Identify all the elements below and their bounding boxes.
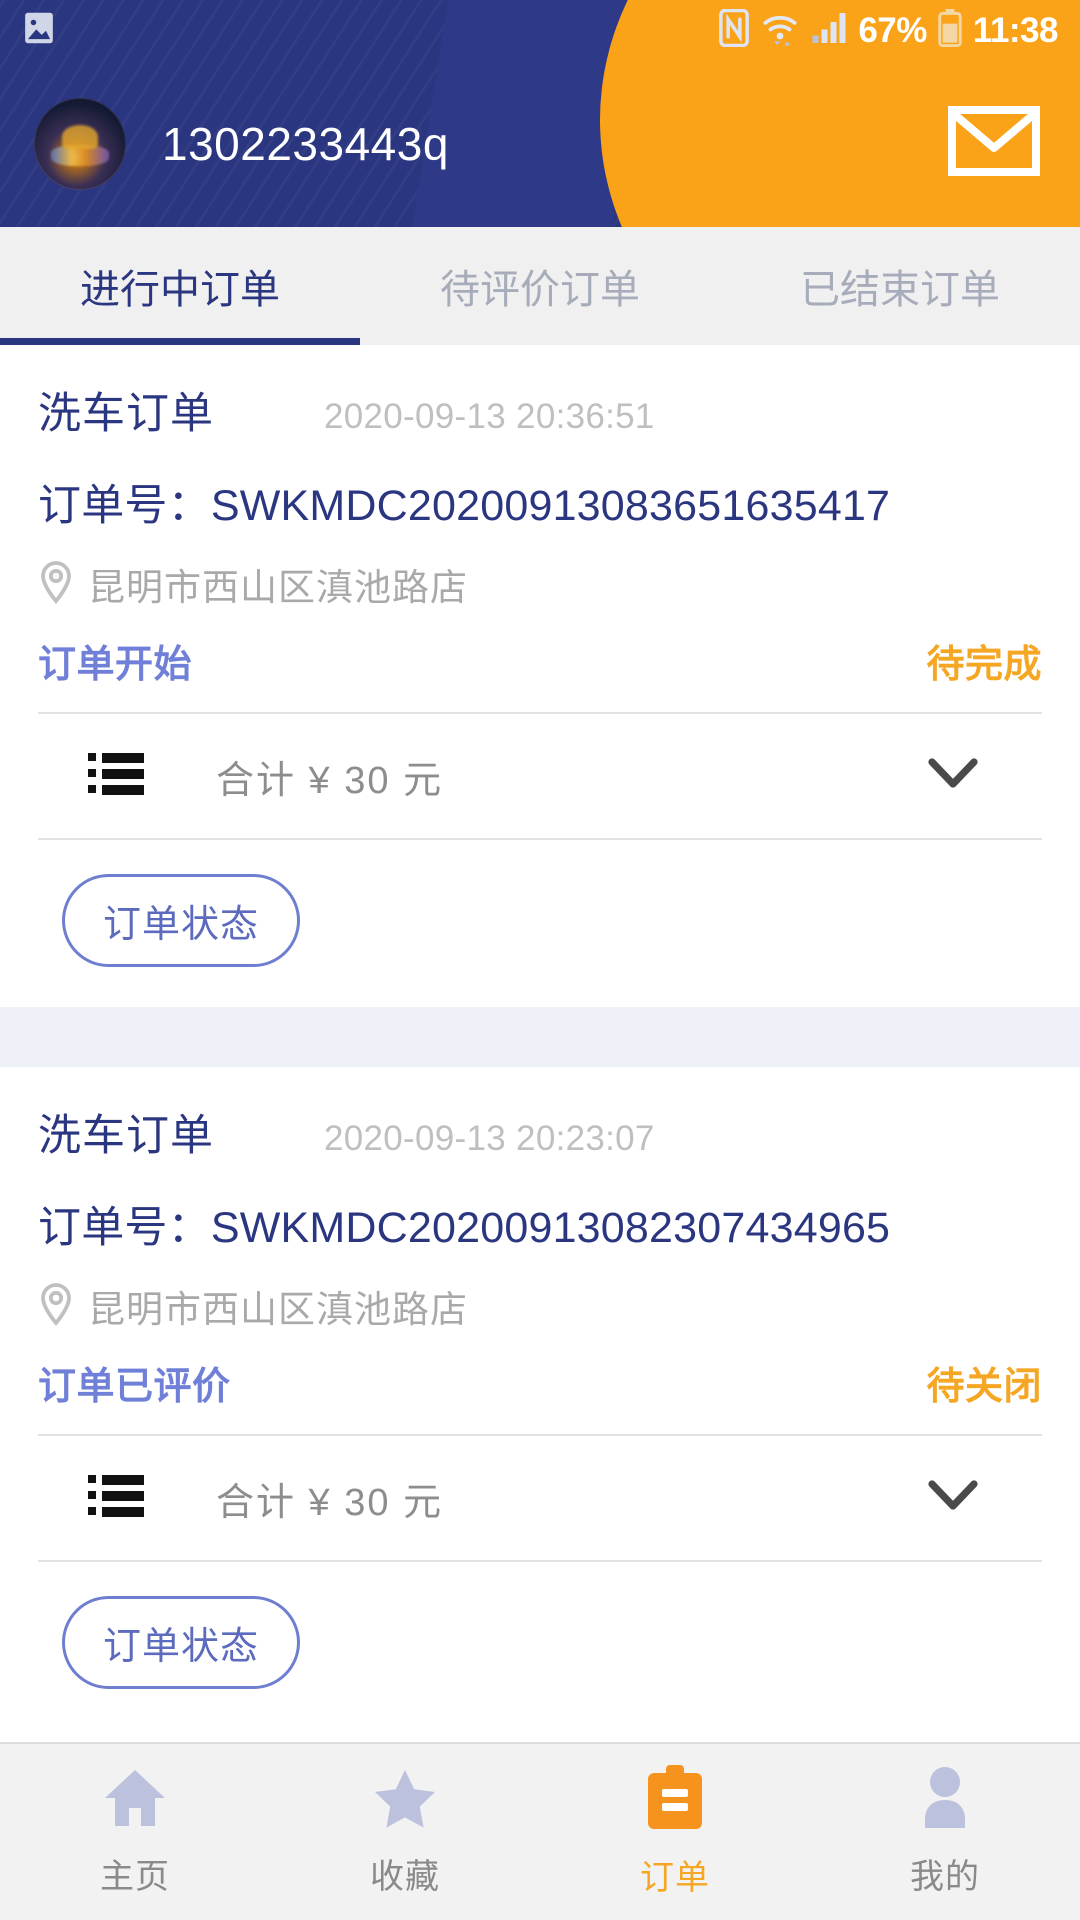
username-label: 1302233443q xyxy=(162,117,449,170)
app-header: 67% 11:38 1302233443q xyxy=(0,0,1080,227)
order-progress-label: 订单已评价 xyxy=(38,1366,231,1408)
order-number-row: 订单号：SWKMDC20200913082307434965 xyxy=(38,1193,1042,1255)
order-number-prefix: 订单号： xyxy=(38,1204,211,1252)
chevron-down-icon[interactable] xyxy=(928,757,978,795)
order-type-label: 洗车订单 xyxy=(38,1112,214,1160)
order-total-label: 合计 ¥ 30 元 xyxy=(216,1481,444,1524)
avatar[interactable] xyxy=(34,97,126,190)
order-status-button[interactable]: 订单状态 xyxy=(62,874,301,967)
nav-label: 收藏 xyxy=(370,1858,440,1896)
order-location-row: 昆明市西山区滇池路店 xyxy=(38,1279,1042,1333)
order-location-label: 昆明市西山区滇池路店 xyxy=(88,567,468,608)
battery-icon xyxy=(938,8,962,52)
location-pin-icon xyxy=(38,560,74,609)
signal-icon xyxy=(811,11,847,50)
order-location-label: 昆明市西山区滇池路店 xyxy=(88,1289,468,1330)
tab-completed[interactable]: 已结束订单 xyxy=(720,227,1080,345)
wifi-icon xyxy=(760,9,800,52)
order-number-value: SWKMDC20200913083651635417 xyxy=(210,482,891,530)
nav-item-profile[interactable]: 我的 xyxy=(810,1766,1080,1898)
list-icon xyxy=(88,751,144,802)
order-status-row: 订单开始 待完成 xyxy=(38,633,1042,712)
list-icon xyxy=(88,1473,144,1524)
order-tabs: 进行中订单 待评价订单 已结束订单 xyxy=(0,227,1080,345)
nfc-icon xyxy=(719,8,750,52)
order-number-row: 订单号：SWKMDC20200913083651635417 xyxy=(38,471,1042,533)
clock-label: 11:38 xyxy=(972,10,1059,50)
order-number-prefix: 订单号： xyxy=(38,482,211,530)
nav-label: 主页 xyxy=(100,1858,170,1896)
order-status-row: 订单已评价 待关闭 xyxy=(38,1355,1042,1434)
order-state-badge: 待关闭 xyxy=(926,1366,1042,1408)
tab-in-progress[interactable]: 进行中订单 xyxy=(0,227,360,345)
order-total-row[interactable]: 合计 ¥ 30 元 xyxy=(38,714,1042,838)
order-location-row: 昆明市西山区滇池路店 xyxy=(38,557,1042,611)
chevron-down-icon[interactable] xyxy=(928,1479,978,1517)
order-card-header: 洗车订单 2020-09-13 20:23:07 xyxy=(38,1101,1042,1167)
clipboard-icon xyxy=(644,1765,706,1836)
tab-label: 待评价订单 xyxy=(440,268,640,312)
nav-item-favorites[interactable]: 收藏 xyxy=(270,1766,540,1898)
image-icon xyxy=(22,10,56,51)
order-card[interactable]: 洗车订单 2020-09-13 20:23:07 订单号：SWKMDC20200… xyxy=(0,1067,1080,1729)
order-actions: 订单状态 xyxy=(38,840,1042,1007)
bottom-navigation: 主页 收藏 订单 我的 xyxy=(0,1742,1080,1920)
nav-item-orders[interactable]: 订单 xyxy=(540,1765,810,1899)
order-actions: 订单状态 xyxy=(38,1562,1042,1729)
status-bar: 67% 11:38 xyxy=(0,0,1080,60)
mail-button[interactable] xyxy=(942,105,1046,183)
order-time-label: 2020-09-13 20:23:07 xyxy=(324,1119,655,1158)
header-profile-row: 1302233443q xyxy=(0,60,1080,227)
order-card[interactable]: 洗车订单 2020-09-13 20:36:51 订单号：SWKMDC20200… xyxy=(0,345,1080,1007)
tab-label: 进行中订单 xyxy=(80,268,280,312)
order-time-label: 2020-09-13 20:36:51 xyxy=(324,397,655,436)
tab-pending-review[interactable]: 待评价订单 xyxy=(360,227,720,345)
location-pin-icon xyxy=(38,1282,74,1331)
person-icon xyxy=(915,1766,975,1835)
battery-percent-label: 67% xyxy=(858,10,927,50)
nav-label: 订单 xyxy=(640,1859,710,1897)
order-list: 洗车订单 2020-09-13 20:36:51 订单号：SWKMDC20200… xyxy=(0,345,1080,1729)
order-state-badge: 待完成 xyxy=(926,644,1042,686)
order-number-value: SWKMDC20200913082307434965 xyxy=(210,1204,891,1252)
order-type-label: 洗车订单 xyxy=(38,390,214,438)
nav-item-home[interactable]: 主页 xyxy=(0,1766,270,1898)
order-card-separator xyxy=(0,1007,1080,1067)
order-total-label: 合计 ¥ 30 元 xyxy=(216,759,444,802)
order-card-header: 洗车订单 2020-09-13 20:36:51 xyxy=(38,379,1042,445)
order-progress-label: 订单开始 xyxy=(38,644,193,686)
tab-label: 已结束订单 xyxy=(800,268,1000,312)
home-icon xyxy=(101,1766,169,1835)
mail-icon xyxy=(948,106,1040,181)
star-icon xyxy=(371,1766,439,1835)
nav-label: 我的 xyxy=(910,1858,980,1896)
order-total-row[interactable]: 合计 ¥ 30 元 xyxy=(38,1436,1042,1560)
order-status-button[interactable]: 订单状态 xyxy=(62,1596,301,1689)
